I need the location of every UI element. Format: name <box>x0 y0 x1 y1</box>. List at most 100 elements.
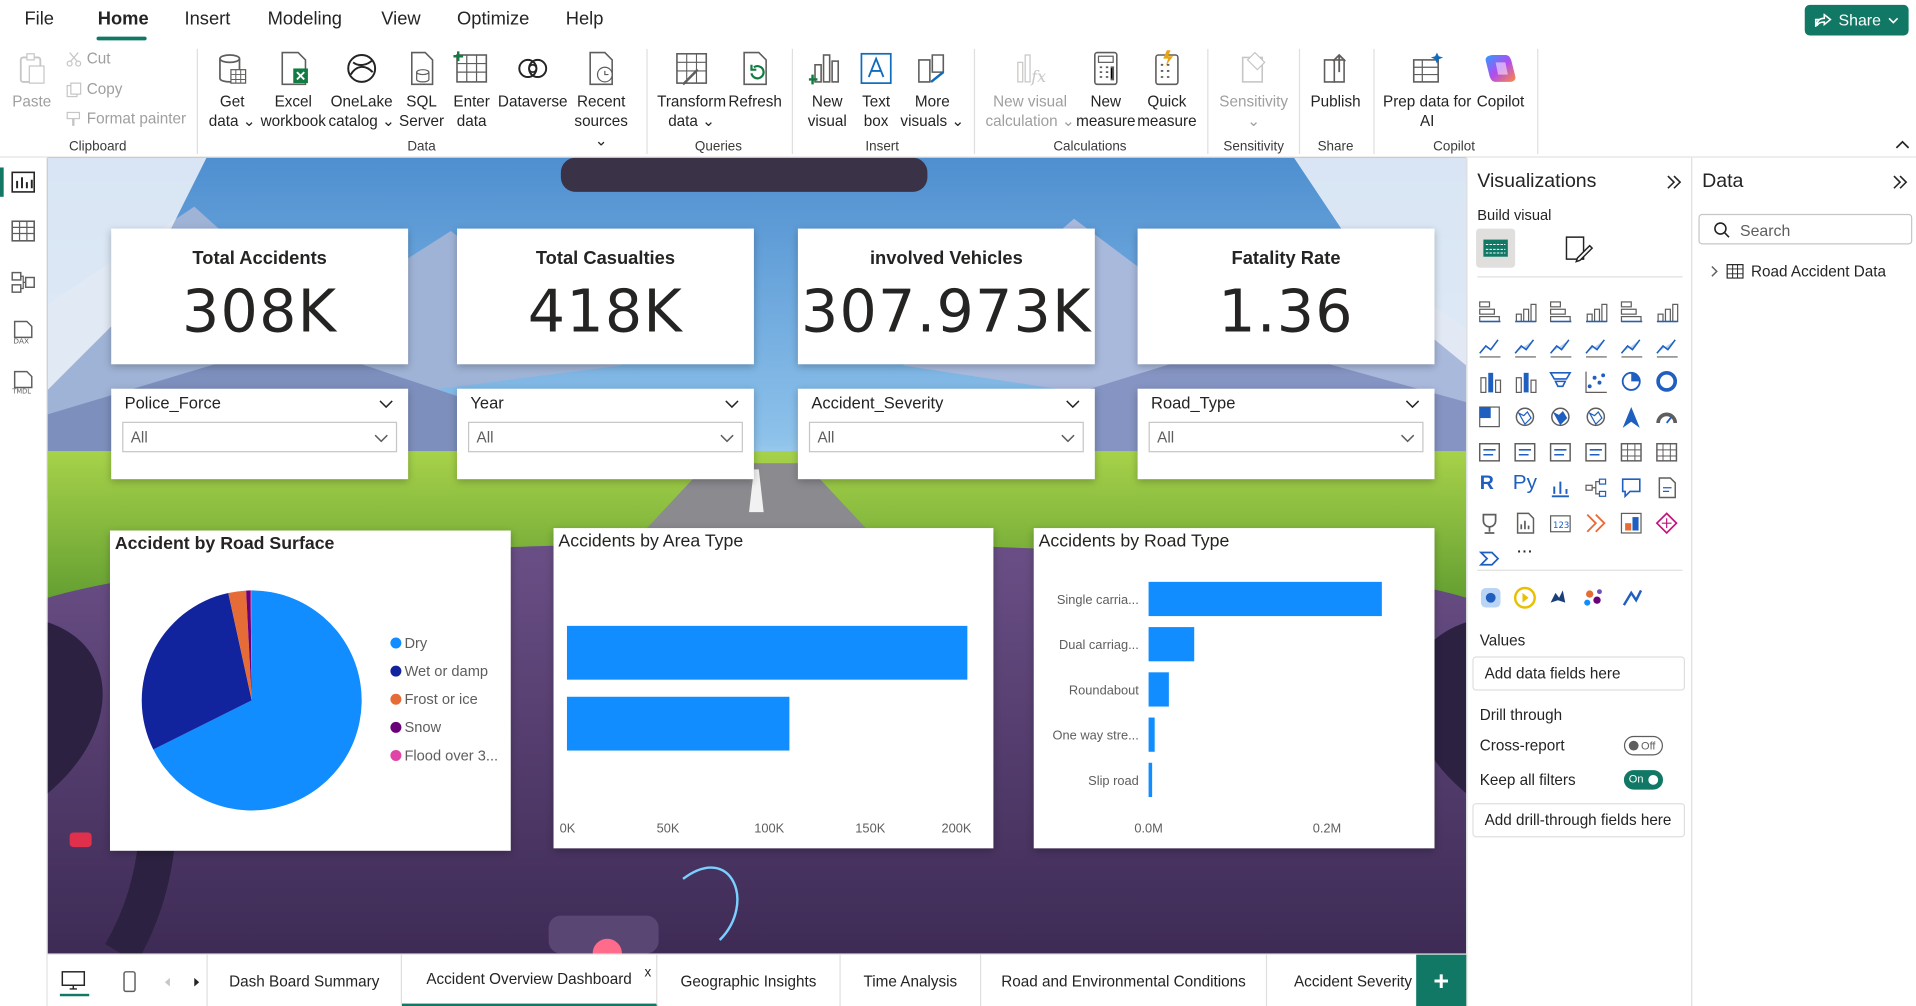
desktop-layout-button[interactable] <box>59 969 90 997</box>
r-visual-icon[interactable]: R <box>1480 473 1494 495</box>
values-well[interactable]: Add data fields here <box>1472 656 1686 691</box>
bar[interactable] <box>566 696 790 751</box>
menu-home[interactable]: Home <box>98 9 149 30</box>
donut-icon[interactable] <box>1656 370 1678 392</box>
table-view-icon[interactable] <box>10 219 37 243</box>
collapse-ribbon-icon[interactable] <box>1895 139 1910 149</box>
paste-button[interactable]: Paste <box>10 50 54 111</box>
power-apps-icon[interactable]: 123 <box>1549 515 1571 533</box>
filled-map-icon[interactable] <box>1551 407 1570 427</box>
100-bar-icon[interactable] <box>1620 301 1643 323</box>
sql-server-button[interactable]: SQL Server <box>396 50 447 131</box>
tab-accident-overview-dashboard[interactable]: Accident Overview Dashboard x <box>402 954 658 1006</box>
stacked-area-icon[interactable] <box>1549 339 1572 358</box>
slicer-police-force[interactable]: Police_Force All <box>111 388 409 480</box>
stacked-bar-icon[interactable] <box>1479 301 1501 323</box>
copilot-button[interactable]: Copilot <box>1471 50 1530 111</box>
chevron-down-icon[interactable] <box>1065 396 1080 411</box>
menu-file[interactable]: File <box>24 9 54 30</box>
tab-accident-severity[interactable]: Accident Severity & <box>1267 955 1416 1006</box>
slicer-year[interactable]: Year All <box>456 388 754 480</box>
slicer-icon[interactable] <box>1585 442 1607 462</box>
waterfall-icon[interactable] <box>1515 372 1537 394</box>
chevron-down-icon[interactable] <box>379 396 394 411</box>
scroll-left-icon[interactable] <box>163 977 173 988</box>
bar[interactable] <box>1148 627 1195 662</box>
kpi-card-involved-vehicles[interactable]: involved Vehicles 307.973K <box>797 228 1095 365</box>
new-visual-button[interactable]: New visual <box>802 50 853 131</box>
funnel-icon[interactable] <box>1549 372 1572 388</box>
slicer-dropdown[interactable]: All <box>467 421 743 453</box>
build-visual-tab[interactable] <box>1476 228 1516 268</box>
bar[interactable] <box>566 625 968 680</box>
multi-row-card-icon[interactable] <box>1514 442 1536 462</box>
slicer-road-type[interactable]: Road_Type All <box>1137 388 1435 480</box>
table-icon[interactable] <box>1620 442 1642 462</box>
card-icon[interactable] <box>1478 442 1501 462</box>
menu-insert[interactable]: Insert <box>185 9 231 30</box>
share-button[interactable]: Share <box>1804 4 1909 36</box>
qa-icon[interactable] <box>1621 478 1641 499</box>
keep-all-filters-toggle[interactable]: On <box>1623 770 1664 790</box>
quick-measure-button[interactable]: Quick measure <box>1136 50 1197 131</box>
recent-sources-button[interactable]: Recent sources ⌄ <box>569 50 633 150</box>
kpi-card-total-casualties[interactable]: Total Casualties 418K <box>456 228 754 365</box>
ai-visual-icon[interactable] <box>1478 551 1500 566</box>
kpi-icon[interactable] <box>1549 442 1571 462</box>
more-visuals-icon[interactable]: ... <box>1516 537 1532 559</box>
key-influencers-icon[interactable] <box>1551 481 1569 498</box>
gauge-icon[interactable] <box>1656 412 1678 424</box>
search-input[interactable]: Search <box>1698 213 1913 245</box>
area-chart-icon[interactable] <box>1514 339 1536 358</box>
format-visual-icon[interactable] <box>1563 233 1595 265</box>
cut-button[interactable]: Cut <box>66 50 111 67</box>
slicer-accident-severity[interactable]: Accident_Severity All <box>797 388 1095 480</box>
pie-icon[interactable] <box>1621 371 1641 391</box>
scroll-right-icon[interactable] <box>192 977 202 988</box>
tab-geographic-insights[interactable]: Geographic Insights <box>657 954 841 1006</box>
menu-modeling[interactable]: Modeling <box>268 9 342 30</box>
sensitivity-button[interactable]: Sensitivity ⌄ <box>1215 50 1293 131</box>
add-page-button[interactable]: + <box>1416 954 1467 1006</box>
clustered-bar-icon[interactable] <box>1549 301 1572 323</box>
tab-road-environmental-conditions[interactable]: Road and Environmental Conditions <box>981 954 1268 1006</box>
100-area-icon[interactable] <box>1585 339 1607 358</box>
publish-button[interactable]: Publish <box>1307 50 1363 111</box>
mobile-layout-icon[interactable] <box>122 971 137 993</box>
new-visual-calculation-button[interactable]: fx New visual calculation ⌄ <box>982 50 1077 131</box>
bar[interactable] <box>1148 672 1169 707</box>
tab-dash-board-summary[interactable]: Dash Board Summary <box>208 954 403 1006</box>
bar-chart-road-type[interactable]: Accidents by Road Type Single carria... D… <box>1033 528 1435 849</box>
power-automate-icon[interactable] <box>1586 513 1606 533</box>
azure-map-icon[interactable] <box>1622 407 1640 428</box>
line-clustered-icon[interactable] <box>1656 339 1678 358</box>
goals-icon[interactable] <box>1482 513 1497 534</box>
cross-report-toggle[interactable]: Off <box>1623 735 1664 756</box>
decomposition-tree-icon[interactable] <box>1585 478 1607 497</box>
line-chart-icon[interactable] <box>1479 339 1501 358</box>
clustered-column-icon[interactable] <box>1586 303 1608 323</box>
slicer-dropdown[interactable]: All <box>808 421 1084 453</box>
format-painter-button[interactable]: Format painter <box>66 110 186 127</box>
tmdl-view-icon[interactable]: TMDL <box>10 370 37 395</box>
report-view-icon[interactable] <box>10 170 37 194</box>
bar-chart-area-type[interactable]: Accidents by Area Type 0K 50K 100K 150K 200K <box>553 528 994 849</box>
100-column-icon[interactable] <box>1656 303 1679 323</box>
kpi-card-fatality-rate[interactable]: Fatality Rate 1.36 <box>1137 228 1435 365</box>
python-visual-icon[interactable]: Py <box>1513 471 1537 495</box>
custom-visual-icons[interactable] <box>1480 586 1663 610</box>
paginated-report-icon[interactable] <box>1516 512 1535 534</box>
pie-chart-road-surface[interactable]: Accident by Road Surface Dry Wet or damp F… <box>109 530 511 851</box>
onelake-catalog-button[interactable]: OneLake catalog ⌄ <box>327 50 395 131</box>
table-road-accident-data[interactable]: Road Accident Data <box>1709 260 1886 282</box>
chevron-down-icon[interactable] <box>1405 396 1420 411</box>
narrative-icon[interactable] <box>1658 477 1676 499</box>
enter-data-button[interactable]: Enter data <box>446 50 497 131</box>
refresh-button[interactable]: Refresh <box>727 50 783 111</box>
transform-data-button[interactable]: Transform data ⌄ <box>655 50 728 131</box>
close-tab-icon[interactable]: x <box>645 966 652 981</box>
kpi-card-total-accidents[interactable]: Total Accidents 308K <box>111 228 409 365</box>
double-chevron-right-icon[interactable] <box>1890 172 1910 192</box>
excel-workbook-button[interactable]: Excel workbook <box>258 50 329 131</box>
dataverse-button[interactable]: Dataverse <box>495 50 571 111</box>
